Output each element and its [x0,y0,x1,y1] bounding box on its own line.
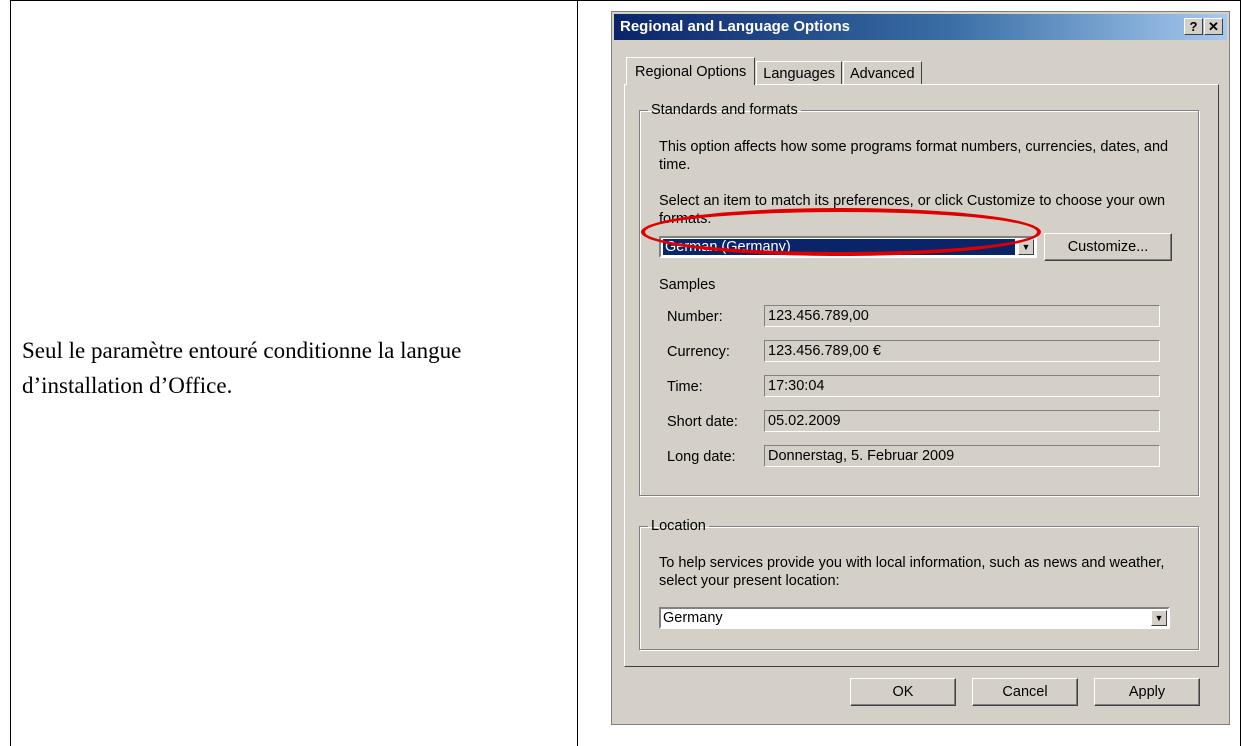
sample-value-short-date: 05.02.2009 [764,410,1160,432]
standards-legend: Standards and formats [651,102,798,118]
location-legend: Location [651,518,706,534]
sample-value-number: 123.456.789,00 [764,305,1160,327]
help-button[interactable]: ? [1184,18,1203,35]
tab-languages[interactable]: Languages [756,61,843,85]
sample-label-long-date: Long date: [667,449,736,465]
select-prompt: Select an item to match its preferences,… [659,193,1166,227]
sample-label-time: Time: [667,379,703,395]
tab-regional-options[interactable]: Regional Options [626,57,756,85]
ok-button[interactable]: OK [850,678,956,706]
standards-group: Standards and formats This option affect… [639,102,1199,496]
apply-button[interactable]: Apply [1094,678,1200,706]
chevron-down-icon[interactable]: ▼ [1018,239,1034,255]
cancel-button[interactable]: Cancel [972,678,1078,706]
tab-panel: Standards and formats This option affect… [624,84,1219,667]
tab-strip: Regional Options Languages Advanced [626,55,923,85]
sample-label-number: Number: [667,309,723,325]
location-description: To help services provide you with local … [659,555,1165,589]
sample-value-long-date: Donnerstag, 5. Februar 2009 [764,445,1160,467]
sample-value-currency: 123.456.789,00 € [764,340,1160,362]
location-dropdown[interactable]: Germany ▼ [659,607,1170,629]
location-group: Location To help services provide you wi… [639,518,1199,650]
chevron-down-icon[interactable]: ▼ [1151,610,1167,626]
caption-text: Seul le paramètre entouré conditionne la… [22,338,462,398]
samples-heading: Samples [659,277,716,293]
format-selected-value: German (Germany) [663,239,1015,255]
title-bar[interactable]: Regional and Language Options ? ✕ [614,14,1227,40]
customize-button[interactable]: Customize... [1044,233,1172,261]
sample-value-time: 17:30:04 [764,375,1160,397]
sample-label-currency: Currency: [667,344,730,360]
location-selected-value: Germany [663,610,723,626]
dialog-title: Regional and Language Options [620,18,851,35]
close-button[interactable]: ✕ [1204,18,1223,35]
format-dropdown[interactable]: German (Germany) ▼ [659,236,1037,258]
tab-advanced[interactable]: Advanced [843,61,922,85]
sample-label-short-date: Short date: [667,414,738,430]
regional-language-dialog: Regional and Language Options ? ✕ Region… [611,11,1230,725]
table-divider [577,0,578,746]
standards-description: This option affects how some programs fo… [659,139,1169,173]
